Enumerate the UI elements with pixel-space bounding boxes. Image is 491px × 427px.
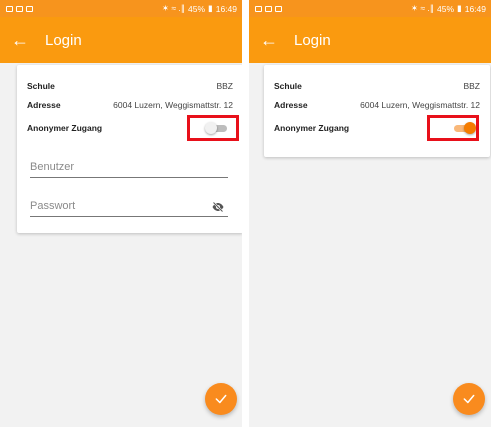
school-row: Schule BBZ: [27, 79, 233, 93]
page-title: Login: [45, 31, 82, 49]
address-label: Adresse: [27, 100, 61, 110]
toggle-highlight-box: [427, 115, 479, 141]
app-bar: ← Login: [0, 17, 242, 63]
battery-icon: ▮: [457, 3, 462, 13]
login-card: Schule BBZ Adresse 6004 Luzern, Weggisma…: [264, 65, 490, 157]
status-bar: ✶ ≈ .∥ 45% ▮ 16:49: [249, 0, 491, 17]
school-label: Schule: [27, 81, 55, 91]
anon-access-label: Anonymer Zugang: [274, 123, 350, 133]
school-value: BBZ: [216, 81, 233, 91]
address-value: 6004 Luzern, Weggismattstr. 12: [360, 100, 480, 110]
battery-level: 45%: [188, 3, 206, 14]
signal-icons: ✶ ≈ .∥: [161, 3, 186, 13]
address-row: Adresse 6004 Luzern, Weggismattstr. 12: [27, 98, 233, 112]
login-card: Schule BBZ Adresse 6004 Luzern, Weggisma…: [17, 65, 242, 233]
confirm-button[interactable]: [453, 383, 485, 415]
notification-icon: [6, 5, 13, 12]
notification-icon: [16, 5, 23, 12]
page-title: Login: [294, 31, 331, 49]
checkmark-icon: [215, 394, 227, 404]
address-row: Adresse 6004 Luzern, Weggismattstr. 12: [274, 98, 480, 112]
notification-icons: [255, 5, 282, 12]
clock: 16:49: [464, 3, 486, 14]
checkmark-icon: [463, 394, 475, 404]
notification-icon: [275, 5, 282, 12]
notification-icon: [255, 5, 262, 12]
back-arrow-icon[interactable]: ←: [260, 30, 294, 51]
anon-access-label: Anonymer Zugang: [27, 123, 103, 133]
app-bar: ← Login: [249, 17, 491, 63]
password-field[interactable]: Passwort: [30, 196, 228, 217]
status-bar: ✶ ≈ .∥ 45% ▮ 16:49: [0, 0, 242, 17]
notification-icon: [26, 5, 33, 12]
notification-icons: [6, 5, 33, 12]
notification-icon: [265, 5, 272, 12]
eye-off-icon[interactable]: [212, 201, 224, 213]
toggle-highlight-box: [187, 115, 239, 141]
address-value: 6004 Luzern, Weggismattstr. 12: [113, 100, 233, 110]
screen-left: ✶ ≈ .∥ 45% ▮ 16:49 ← Login Schule BBZ Ad…: [0, 0, 242, 427]
username-field[interactable]: Benutzer: [30, 157, 228, 178]
school-row: Schule BBZ: [274, 79, 480, 93]
school-value: BBZ: [463, 81, 480, 91]
screen-right: ✶ ≈ .∥ 45% ▮ 16:49 ← Login Schule BBZ Ad…: [249, 0, 491, 427]
confirm-button[interactable]: [205, 383, 237, 415]
back-arrow-icon[interactable]: ←: [11, 30, 45, 51]
address-label: Adresse: [274, 100, 308, 110]
school-label: Schule: [274, 81, 302, 91]
username-placeholder: Benutzer: [30, 161, 75, 173]
clock: 16:49: [215, 3, 237, 14]
battery-level: 45%: [437, 3, 455, 14]
battery-icon: ▮: [208, 3, 213, 13]
signal-icons: ✶ ≈ .∥: [410, 3, 435, 13]
password-placeholder: Passwort: [30, 200, 76, 212]
